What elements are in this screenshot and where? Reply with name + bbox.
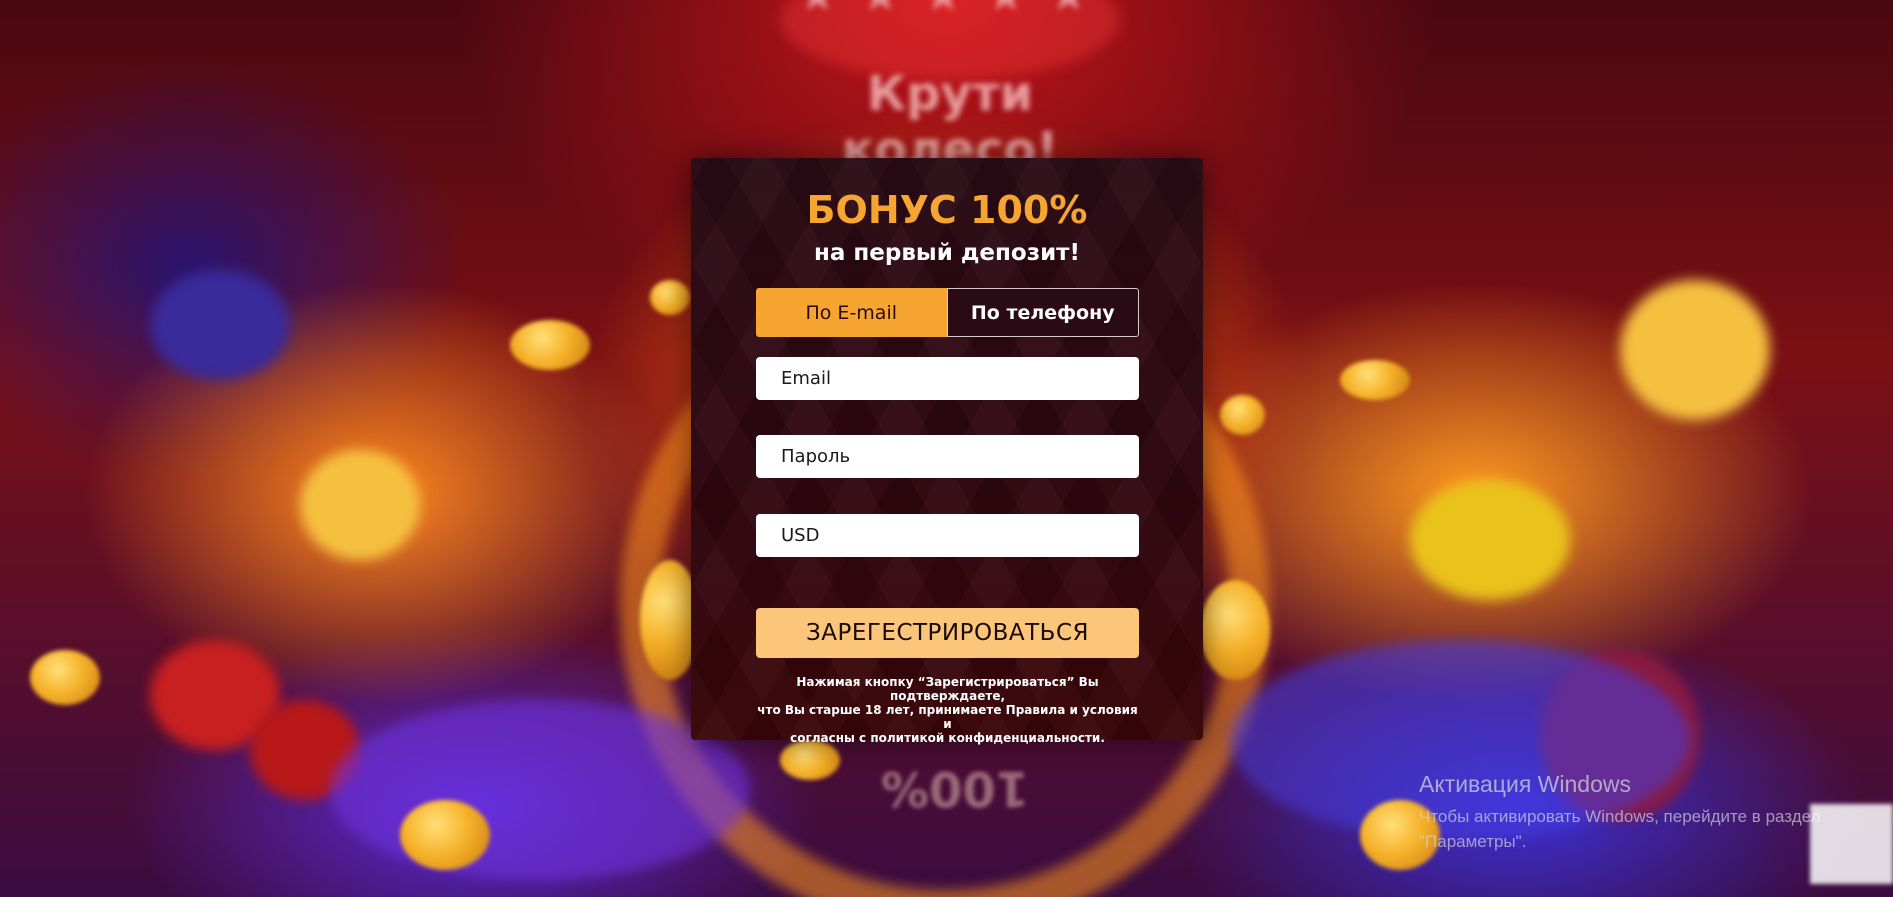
bonus-title: БОНУС 100% (806, 188, 1088, 232)
coin-decoration (30, 650, 100, 705)
register-button[interactable]: ЗАРЕГЕСТРИРОВАТЬСЯ (756, 608, 1139, 658)
terms-disclaimer: Нажимая кнопку “Зарегистрироваться” Вы п… (751, 675, 1144, 745)
coin-decoration (1340, 360, 1410, 400)
email-field[interactable]: Email (756, 357, 1139, 400)
wheel-prize-text: 100% (880, 760, 1030, 816)
windows-activation-title: Активация Windows (1419, 771, 1631, 797)
purple-wave-left (330, 700, 750, 880)
currency-select[interactable]: USD (756, 514, 1139, 557)
registration-panel: БОНУС 100% на первый депозит! По E-mail … (691, 158, 1203, 745)
plum-decoration (150, 270, 290, 380)
disclaimer-line: Нажимая кнопку “Зарегистрироваться” Вы п… (796, 675, 1099, 703)
star-decoration-left (300, 450, 420, 560)
landing-page: ★ ★ ★ ★ ★ Крути колесо! 100% БОНУС 100% … (0, 0, 1893, 897)
background-logo: ★ ★ ★ ★ ★ (720, 0, 1170, 21)
disclaimer-line: что Вы старше 18 лет, принимаете Правила… (757, 703, 1138, 731)
coin-decoration (650, 280, 690, 315)
coin-decoration (1200, 580, 1270, 680)
coin-decoration (1220, 395, 1265, 435)
bonus-subtitle: на первый депозит! (813, 240, 1081, 266)
password-field[interactable]: Пароль (756, 435, 1139, 478)
star-decoration-right (1620, 280, 1770, 420)
tab-phone[interactable]: По телефону (946, 288, 1139, 337)
coin-decoration (780, 740, 840, 780)
corner-widget (1810, 804, 1893, 884)
coin-decoration (400, 800, 490, 870)
coin-decoration (510, 320, 590, 370)
tab-email[interactable]: По E-mail (756, 288, 947, 337)
disclaimer-line: согласны с политикой конфиденциальности. (790, 731, 1105, 745)
lemon-decoration (1410, 480, 1570, 600)
registration-method-tabs: По E-mail По телефону (756, 288, 1139, 337)
